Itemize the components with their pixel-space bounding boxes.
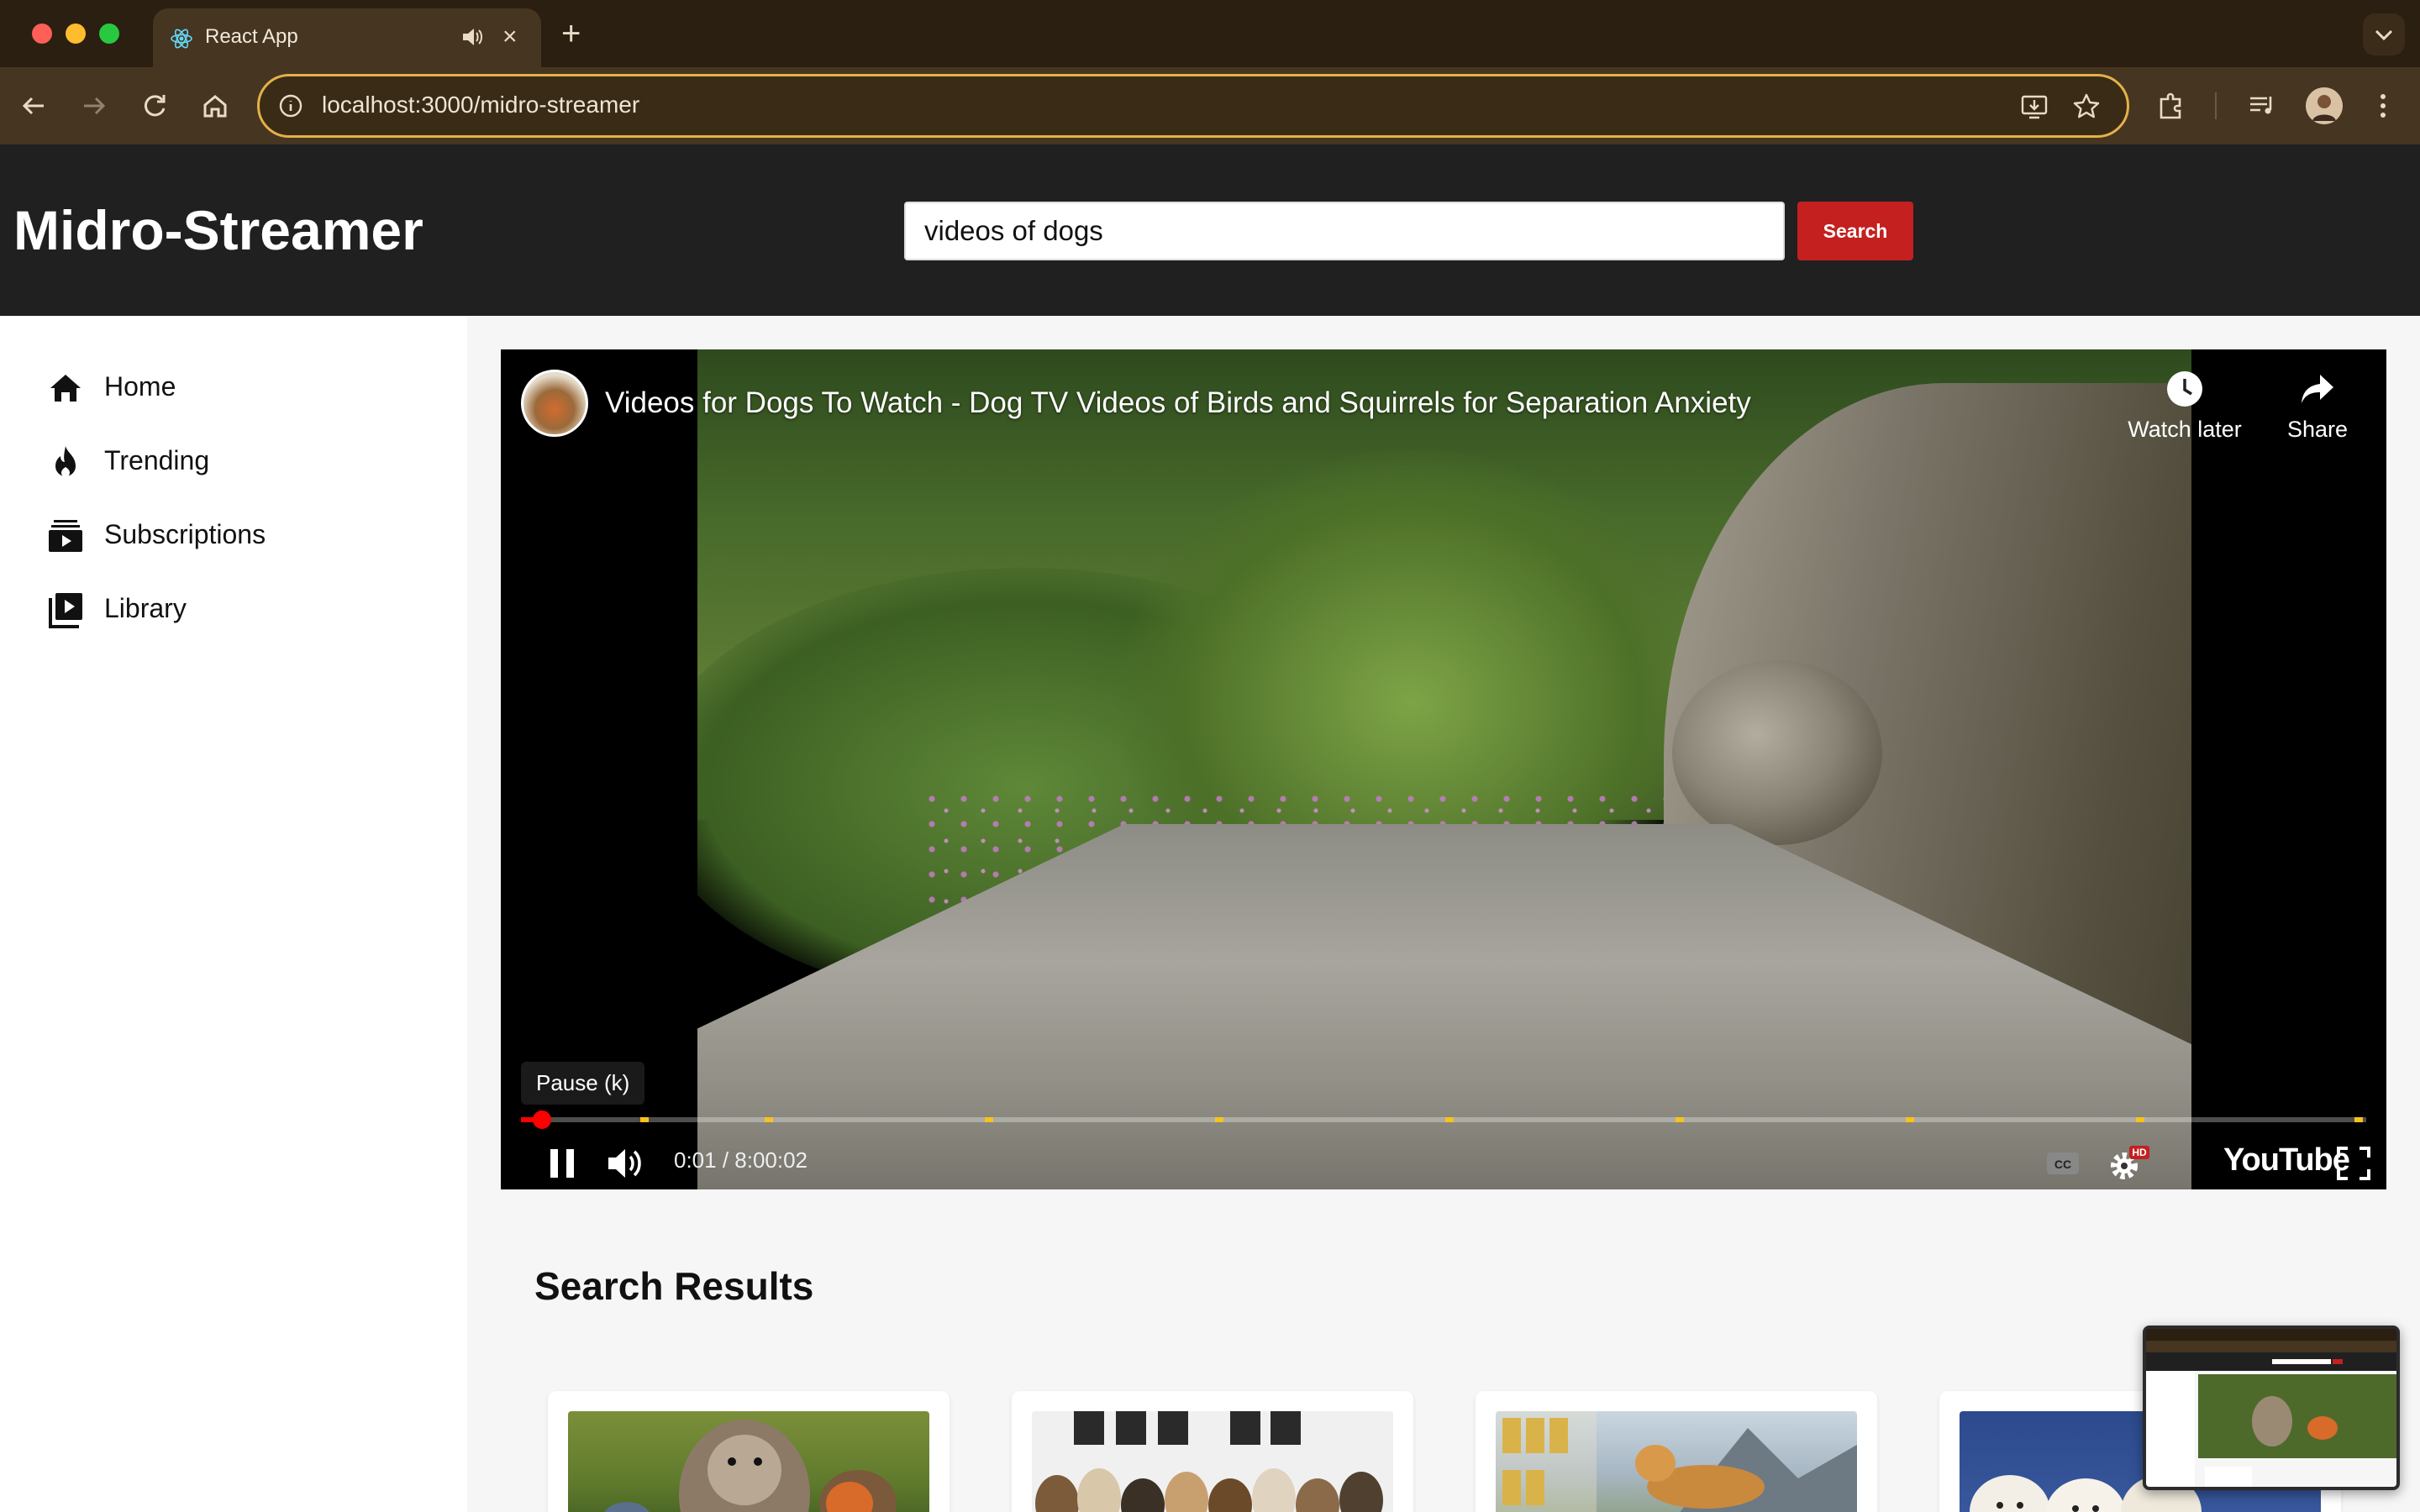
pause-tooltip: Pause (k) (521, 1062, 645, 1105)
screenshot-preview[interactable] (2143, 1326, 2400, 1490)
chapter-marker (985, 1117, 993, 1122)
sidebar-item-trending[interactable]: Trending (47, 435, 434, 486)
clock-icon (2167, 371, 2202, 407)
profile-avatar[interactable] (2306, 87, 2343, 124)
share-button[interactable]: Share (2250, 370, 2385, 443)
new-tab-button[interactable]: + (561, 13, 581, 54)
progress-bar[interactable] (521, 1110, 2366, 1129)
video-player[interactable]: Videos for Dogs To Watch - Dog TV Videos… (501, 349, 2386, 1189)
media-control-icon[interactable] (2244, 87, 2281, 124)
chapter-marker (765, 1117, 773, 1122)
svg-text:CC: CC (2054, 1158, 2071, 1171)
video-frame (697, 349, 2191, 1189)
window-zoom-button[interactable] (99, 24, 119, 44)
share-arrow-icon (2302, 375, 2333, 403)
result-card[interactable] (1476, 1391, 1877, 1512)
reload-icon[interactable] (136, 87, 173, 124)
bookmark-star-icon[interactable] (2071, 92, 2102, 122)
chapter-marker (640, 1117, 649, 1122)
tab-close-icon[interactable]: × (502, 20, 518, 54)
browser-toolbar: localhost:3000/midro-streamer (0, 67, 2420, 144)
video-title[interactable]: Videos for Dogs To Watch - Dog TV Videos… (605, 386, 1751, 420)
sidebar: Home Trending Subscriptions Library (0, 316, 467, 1512)
back-arrow-icon[interactable] (15, 87, 52, 124)
tab-search-button[interactable] (2363, 13, 2405, 55)
result-card[interactable] (548, 1391, 950, 1512)
flame-icon (55, 446, 76, 477)
library-icon (49, 593, 82, 628)
dog-tv-image (1032, 1411, 1393, 1512)
result-card[interactable] (1012, 1391, 1413, 1512)
avatar-icon (2306, 87, 2343, 124)
time-display: 0:01 / 8:00:02 (674, 1147, 808, 1173)
chevron-down-icon (2375, 29, 2393, 41)
channel-avatar[interactable] (521, 370, 588, 437)
sidebar-item-library[interactable]: Library (47, 583, 434, 633)
browser-tab-active[interactable]: React App × (153, 8, 541, 67)
dog-mountain-image (1496, 1411, 1857, 1512)
chapter-marker (1906, 1117, 1914, 1122)
tab-title: React App (205, 25, 298, 48)
speaker-icon[interactable] (459, 24, 486, 50)
chapter-marker (1215, 1117, 1223, 1122)
install-app-icon[interactable] (2019, 92, 2049, 122)
chapter-marker (1676, 1117, 1684, 1122)
sidebar-item-label: Home (104, 371, 176, 402)
toolbar-divider (2215, 92, 2217, 119)
subscriptions-icon (49, 520, 82, 552)
extensions-icon[interactable] (2153, 87, 2190, 124)
chapter-marker (2136, 1117, 2144, 1122)
progress-scrubber[interactable] (533, 1110, 551, 1129)
volume-icon[interactable] (605, 1144, 647, 1183)
chapter-marker (1445, 1117, 1454, 1122)
address-bar[interactable]: localhost:3000/midro-streamer (257, 74, 2129, 138)
sidebar-item-home[interactable]: Home (47, 361, 434, 412)
search-button[interactable]: Search (1797, 202, 1913, 260)
main-content: Videos for Dogs To Watch - Dog TV Videos… (467, 316, 2420, 1512)
watch-later-button[interactable]: Watch later (2118, 370, 2252, 443)
hd-badge: HD (2132, 1147, 2147, 1158)
app-brand: Midro-Streamer (13, 199, 424, 261)
settings-gear-icon[interactable]: HD (2106, 1144, 2151, 1186)
forward-arrow-icon[interactable] (76, 87, 113, 124)
app-header: Midro-Streamer Search (0, 144, 2420, 316)
home-browser-icon[interactable] (197, 87, 234, 124)
search-results-title: Search Results (534, 1264, 814, 1308)
fullscreen-icon[interactable] (2334, 1144, 2373, 1183)
pause-icon[interactable] (543, 1144, 581, 1183)
window-close-button[interactable] (32, 24, 52, 44)
sidebar-item-subscriptions[interactable]: Subscriptions (47, 509, 434, 559)
share-label: Share (2286, 417, 2349, 442)
scene-log-knot (1672, 660, 1882, 845)
screenshot-preview-image (2146, 1329, 2396, 1487)
browser-tab-bar: React App × + (0, 0, 2420, 67)
captions-icon[interactable]: CC (2044, 1144, 2082, 1183)
watch-later-label: Watch later (2128, 417, 2242, 442)
search-input[interactable] (904, 202, 1785, 260)
menu-kebab-icon[interactable] (2365, 87, 2402, 124)
site-info-icon[interactable] (278, 93, 303, 118)
react-logo-icon (171, 29, 192, 49)
youtube-logo[interactable]: YouTube (2223, 1142, 2350, 1179)
chapter-marker (2354, 1117, 2363, 1122)
video-thumbnail[interactable] (1032, 1411, 1393, 1512)
squirrel-bird-image (604, 1420, 897, 1512)
screen: React App × + localhost:3000/midro-strea… (0, 0, 2420, 1512)
url-text: localhost:3000/midro-streamer (322, 92, 640, 118)
sidebar-item-label: Subscriptions (104, 519, 266, 549)
window-minimize-button[interactable] (66, 24, 86, 44)
sidebar-item-label: Trending (104, 445, 210, 475)
video-thumbnail[interactable] (1496, 1411, 1857, 1512)
video-thumbnail[interactable] (568, 1411, 929, 1512)
home-icon (50, 375, 81, 402)
sidebar-item-label: Library (104, 593, 187, 623)
